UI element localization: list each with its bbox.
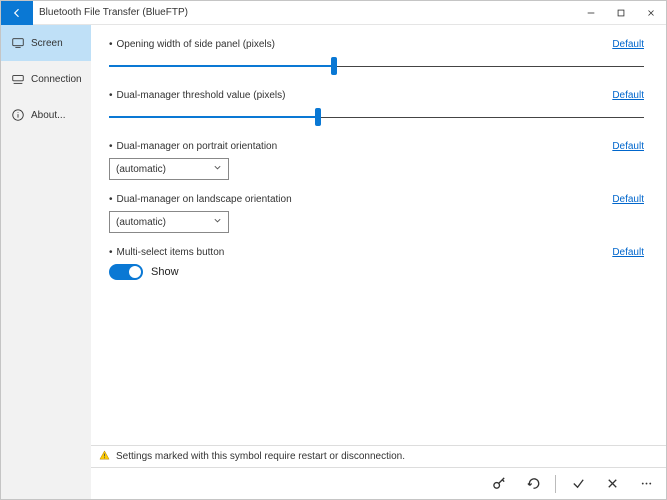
sidebar-item-connection[interactable]: Connection bbox=[1, 61, 91, 97]
setting-label: Multi-select items button bbox=[109, 247, 224, 258]
setting-portrait: Dual-manager on portrait orientation Def… bbox=[109, 141, 644, 180]
setting-landscape: Dual-manager on landscape orientation De… bbox=[109, 194, 644, 233]
setting-label: Dual-manager threshold value (pixels) bbox=[109, 90, 286, 101]
sidebar-item-label: Connection bbox=[31, 74, 82, 85]
info-icon bbox=[11, 108, 25, 122]
select-value: (automatic) bbox=[116, 217, 166, 228]
separator bbox=[555, 475, 556, 493]
warning-bar: Settings marked with this symbol require… bbox=[91, 445, 666, 467]
sidebar-item-label: About... bbox=[31, 110, 65, 121]
warning-text: Settings marked with this symbol require… bbox=[116, 451, 405, 462]
opening-width-slider[interactable] bbox=[109, 56, 644, 76]
setting-label: Opening width of side panel (pixels) bbox=[109, 39, 275, 50]
default-link[interactable]: Default bbox=[612, 39, 644, 50]
apply-button[interactable] bbox=[562, 470, 594, 498]
maximize-button[interactable] bbox=[606, 1, 636, 25]
titlebar: Bluetooth File Transfer (BlueFTP) bbox=[1, 1, 666, 25]
multiselect-toggle[interactable] bbox=[109, 264, 143, 280]
sidebar-item-about[interactable]: About... bbox=[1, 97, 91, 133]
close-button[interactable] bbox=[636, 1, 666, 25]
dual-threshold-slider[interactable] bbox=[109, 107, 644, 127]
back-button[interactable] bbox=[1, 1, 33, 25]
chevron-down-icon bbox=[213, 216, 222, 228]
sidebar-item-screen[interactable]: Screen bbox=[1, 25, 91, 61]
window-title: Bluetooth File Transfer (BlueFTP) bbox=[33, 7, 576, 18]
setting-label: Dual-manager on portrait orientation bbox=[109, 141, 277, 152]
setting-opening-width: Opening width of side panel (pixels) Def… bbox=[109, 39, 644, 76]
setting-dual-threshold: Dual-manager threshold value (pixels) De… bbox=[109, 90, 644, 127]
settings-content: Opening width of side panel (pixels) Def… bbox=[91, 25, 666, 445]
select-value: (automatic) bbox=[116, 164, 166, 175]
more-button[interactable] bbox=[630, 470, 662, 498]
warning-icon bbox=[99, 450, 110, 464]
cancel-button[interactable] bbox=[596, 470, 628, 498]
monitor-icon bbox=[11, 36, 25, 50]
sidebar: Screen Connection About... bbox=[1, 25, 91, 499]
chevron-down-icon bbox=[213, 163, 222, 175]
key-button[interactable] bbox=[483, 470, 515, 498]
default-link[interactable]: Default bbox=[612, 247, 644, 258]
setting-multiselect: Multi-select items button Default Show bbox=[109, 247, 644, 280]
minimize-button[interactable] bbox=[576, 1, 606, 25]
toggle-label: Show bbox=[151, 266, 179, 278]
setting-label: Dual-manager on landscape orientation bbox=[109, 194, 292, 205]
sidebar-item-label: Screen bbox=[31, 38, 63, 49]
default-link[interactable]: Default bbox=[612, 194, 644, 205]
portrait-select[interactable]: (automatic) bbox=[109, 158, 229, 180]
connection-icon bbox=[11, 72, 25, 86]
default-link[interactable]: Default bbox=[612, 141, 644, 152]
bottom-action-bar bbox=[91, 467, 666, 499]
undo-button[interactable] bbox=[517, 470, 549, 498]
landscape-select[interactable]: (automatic) bbox=[109, 211, 229, 233]
default-link[interactable]: Default bbox=[612, 90, 644, 101]
